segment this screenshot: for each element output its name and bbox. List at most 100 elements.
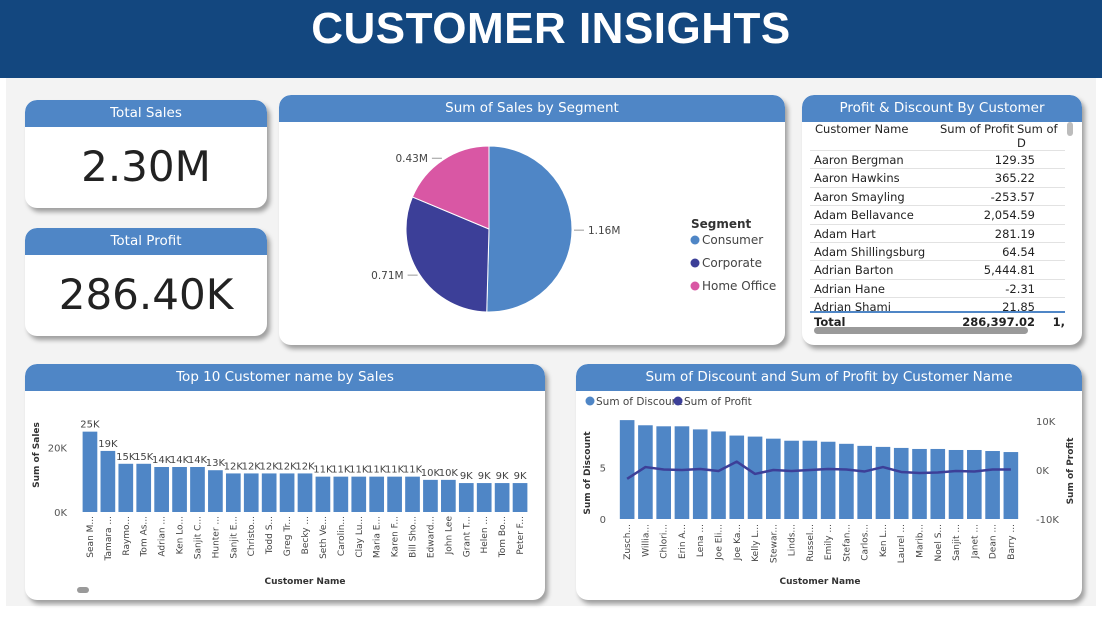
- discount-bar[interactable]: [1003, 452, 1019, 519]
- segment-pie-chart[interactable]: 1.16M 0.71M 0.43M Segment Consumer Corporate H…: [279, 122, 785, 345]
- discount-bar[interactable]: [820, 441, 836, 519]
- discount-bar[interactable]: [638, 425, 653, 519]
- discount-bar[interactable]: [674, 426, 690, 519]
- discount-bar[interactable]: [967, 449, 982, 519]
- bar[interactable]: [172, 467, 187, 512]
- bar[interactable]: [118, 463, 134, 512]
- discount-bar[interactable]: [802, 440, 818, 519]
- bar[interactable]: [261, 473, 277, 512]
- table-row[interactable]: Aaron Bergman 129.35: [810, 150, 1065, 169]
- discount-bar[interactable]: [857, 445, 872, 519]
- x-category-label: Christo...: [247, 516, 257, 556]
- legend-marker-consumer: [690, 235, 700, 245]
- discount-bar[interactable]: [875, 446, 891, 519]
- x-category-label: Karen F...: [391, 516, 401, 557]
- legend-item-corporate[interactable]: Corporate: [702, 256, 762, 270]
- bar[interactable]: [136, 463, 152, 512]
- table-row[interactable]: Adam Bellavance 2,054.59: [810, 205, 1065, 224]
- x-category-label: Lena ...: [696, 524, 706, 557]
- legend-marker-sum-of-profit: [673, 396, 683, 406]
- bar[interactable]: [297, 473, 313, 512]
- discount-bar[interactable]: [766, 438, 781, 519]
- column-header-sum-of-profit[interactable]: Sum of Profit: [940, 122, 1014, 136]
- x-category-label: Seth Ve...: [319, 516, 329, 559]
- bar[interactable]: [458, 483, 474, 512]
- discount-bar[interactable]: [893, 447, 909, 519]
- discount-bar[interactable]: [692, 429, 708, 519]
- x-category-label: Edward...: [426, 516, 436, 558]
- table-row[interactable]: Adam Shillingsburg 64.54: [810, 242, 1065, 261]
- bar[interactable]: [512, 483, 528, 512]
- bar[interactable]: [154, 467, 169, 512]
- x-category-label: Zusch...: [623, 524, 633, 560]
- table-row[interactable]: Adam Hart 281.19: [810, 223, 1065, 243]
- x-category-label: Marib...: [916, 524, 926, 558]
- discount-bar[interactable]: [784, 440, 799, 519]
- legend-item-sum-of-discount[interactable]: Sum of Discount: [596, 396, 682, 408]
- top10-bar-chart[interactable]: 0K 20K Sum of Sales 25K Sean M... 19K Tamara .…: [25, 391, 545, 600]
- x-category-label: Maria E...: [373, 516, 383, 558]
- bar[interactable]: [476, 483, 492, 512]
- column-header-sum-of-discount[interactable]: Sum of D: [1017, 122, 1068, 150]
- discount-bar[interactable]: [839, 443, 854, 519]
- segment-chart-title: Sum of Sales by Segment: [279, 95, 785, 122]
- discount-bar[interactable]: [747, 436, 763, 519]
- customer-name-cell: Adam Hart: [814, 226, 876, 241]
- bar[interactable]: [100, 450, 116, 512]
- discount-bar[interactable]: [656, 426, 671, 519]
- discount-bar[interactable]: [729, 435, 745, 519]
- discount-bar[interactable]: [711, 431, 726, 519]
- discount-bar[interactable]: [619, 420, 635, 519]
- total-sales-label: Total Sales: [25, 100, 267, 127]
- legend-item-home-office[interactable]: Home Office: [702, 279, 776, 293]
- table-vertical-scrollbar[interactable]: [1067, 122, 1073, 136]
- bar[interactable]: [369, 476, 385, 512]
- bar[interactable]: [225, 473, 241, 512]
- customer-name-cell: Adrian Barton: [814, 263, 894, 278]
- total-sales-card[interactable]: Total Sales 2.30M: [25, 100, 267, 208]
- profit-discount-table-card[interactable]: Profit & Discount By Customer Customer N…: [802, 95, 1082, 345]
- total-sales-value: 2.30M: [81, 142, 211, 191]
- profit-table: Customer Name Sum of Profit Sum of D Aar…: [810, 122, 1068, 342]
- bar[interactable]: [351, 476, 367, 512]
- bar[interactable]: [387, 476, 402, 512]
- discount-bar[interactable]: [912, 448, 927, 519]
- sum-of-profit-cell: 365.22: [994, 171, 1035, 186]
- top10-horizontal-scrollbar[interactable]: [77, 587, 89, 593]
- bar[interactable]: [494, 483, 510, 512]
- x-category-label: Noel S...: [934, 524, 944, 561]
- discount-bar[interactable]: [930, 448, 946, 519]
- discount-bar[interactable]: [985, 451, 1000, 519]
- y-tick-label: 0K: [54, 508, 67, 519]
- dashboard-header: CUSTOMER INSIGHTS: [0, 0, 1102, 78]
- top10-chart-card[interactable]: Top 10 Customer name by Sales 0K 20K Sum o…: [25, 364, 545, 600]
- bar[interactable]: [82, 431, 98, 512]
- table-row[interactable]: Aaron Smayling -253.57: [810, 186, 1065, 206]
- table-row[interactable]: Aaron Hawkins 365.22: [810, 168, 1065, 187]
- bar[interactable]: [279, 473, 295, 512]
- bar[interactable]: [190, 467, 205, 512]
- bar[interactable]: [423, 479, 438, 512]
- bar[interactable]: [441, 479, 456, 512]
- discount-profit-chart-card[interactable]: Sum of Discount and Sum of Profit by Cus…: [576, 364, 1082, 600]
- bar[interactable]: [333, 476, 349, 512]
- bar[interactable]: [243, 473, 259, 512]
- table-row[interactable]: Adrian Barton 5,444.81: [810, 260, 1065, 279]
- discount-bar[interactable]: [948, 449, 964, 519]
- bar-data-label: 11K: [367, 465, 387, 476]
- bar[interactable]: [315, 476, 331, 512]
- legend-item-sum-of-profit[interactable]: Sum of Profit: [684, 396, 752, 408]
- table-horizontal-scrollbar[interactable]: [814, 327, 1028, 334]
- table-row[interactable]: Adrian Hane -2.31: [810, 278, 1065, 298]
- bar[interactable]: [405, 476, 420, 512]
- pie-slice-consumer[interactable]: [486, 145, 573, 313]
- segment-chart-card[interactable]: Sum of Sales by Segment 1.16M 0.71M 0.43M S…: [279, 95, 785, 345]
- total-profit-card[interactable]: Total Profit 286.40K: [25, 228, 267, 336]
- column-header-customer-name[interactable]: Customer Name: [815, 122, 908, 136]
- bar-data-label: 9K: [496, 471, 509, 482]
- sum-of-profit-cell: 281.19: [994, 226, 1035, 241]
- legend-item-consumer[interactable]: Consumer: [702, 233, 763, 247]
- discount-profit-combo-chart[interactable]: Sum of Discount Sum of Profit0510K0K-10KS…: [576, 391, 1082, 600]
- bar[interactable]: [208, 470, 223, 512]
- bar-data-label: 14K: [188, 455, 208, 466]
